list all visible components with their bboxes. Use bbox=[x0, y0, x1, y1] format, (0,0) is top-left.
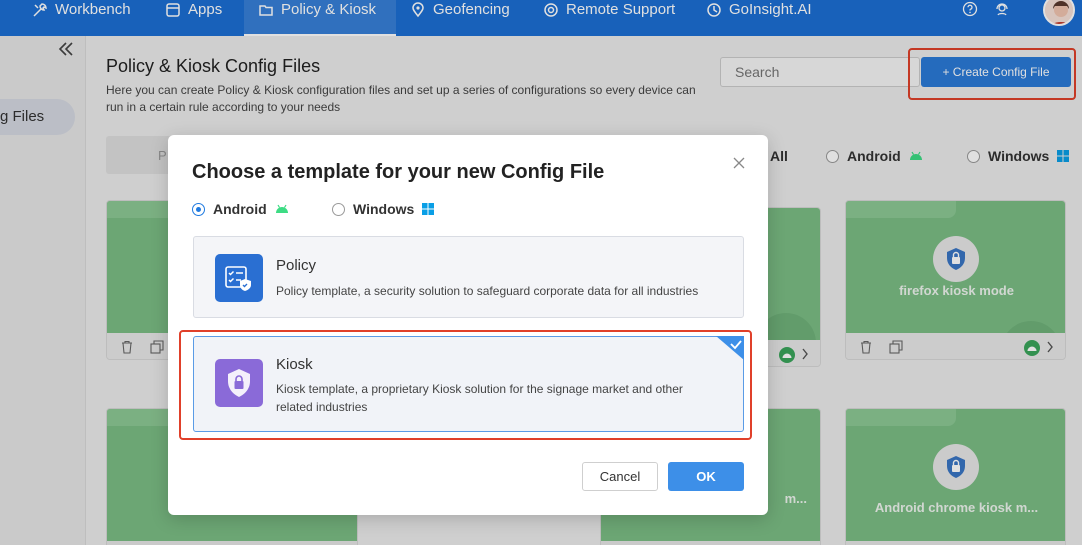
template-name: Policy bbox=[276, 257, 317, 274]
os-option-android[interactable]: Android bbox=[192, 201, 289, 217]
close-icon[interactable] bbox=[732, 156, 746, 170]
radio-button-windows[interactable] bbox=[332, 202, 345, 216]
radio-button-android[interactable] bbox=[192, 202, 205, 216]
policy-checklist-icon bbox=[215, 254, 263, 302]
cancel-button[interactable]: Cancel bbox=[582, 462, 658, 491]
kiosk-lock-glyph bbox=[228, 369, 250, 397]
os-option-windows[interactable]: Windows bbox=[332, 201, 435, 217]
windows-icon bbox=[422, 203, 435, 215]
os-option-label: Windows bbox=[353, 201, 415, 217]
ok-button[interactable]: OK bbox=[668, 462, 744, 491]
os-option-label: Android bbox=[213, 201, 267, 217]
template-name: Kiosk bbox=[276, 356, 313, 373]
modal-title: Choose a template for your new Config Fi… bbox=[192, 161, 605, 183]
template-option-policy[interactable]: Policy Policy template, a security solut… bbox=[193, 236, 744, 318]
policy-checklist-glyph bbox=[225, 266, 251, 291]
kiosk-lock-shield-icon bbox=[215, 359, 263, 407]
template-option-kiosk[interactable]: Kiosk Kiosk template, a proprietary Kios… bbox=[193, 336, 744, 432]
choose-template-modal: Choose a template for your new Config Fi… bbox=[168, 135, 768, 515]
template-description: Kiosk template, a proprietary Kiosk solu… bbox=[276, 382, 683, 414]
android-icon bbox=[275, 204, 288, 213]
selected-check-icon bbox=[716, 336, 744, 360]
template-description: Policy template, a security solution to … bbox=[276, 284, 699, 298]
